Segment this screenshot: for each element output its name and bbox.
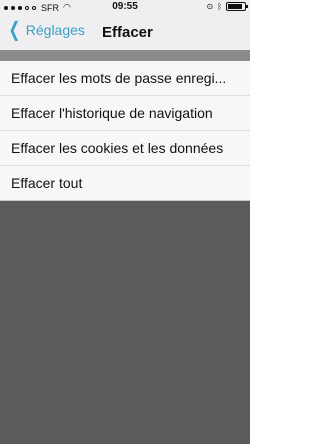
rotation-lock-icon: ⊙ [206,2,214,11]
clear-options-menu: Effacer les mots de passe enregi... Effa… [0,61,250,201]
dimmed-overlay-strip [0,50,250,61]
battery-icon [226,2,248,11]
menu-item-clear-passwords[interactable]: Effacer les mots de passe enregi... [0,61,250,95]
status-icons: ⊙ ᛒ [206,2,248,11]
menu-item-clear-all[interactable]: Effacer tout [0,165,250,200]
status-bar: SFR ◠ 09:55 ⊙ ᛒ [0,0,250,14]
screen: SFR ◠ 09:55 ⊙ ᛒ ❮ Réglages Effacer Effac… [0,0,250,444]
back-label: Réglages [25,22,85,38]
back-button[interactable]: ❮ Réglages [6,19,85,41]
page-title: Effacer [102,24,153,41]
navigation-bar: ❮ Réglages Effacer [0,14,250,51]
menu-item-clear-cookies[interactable]: Effacer les cookies et les données [0,130,250,165]
bluetooth-icon: ᛒ [217,2,222,11]
menu-item-clear-history[interactable]: Effacer l'historique de navigation [0,95,250,130]
chevron-left-icon: ❮ [8,19,21,41]
